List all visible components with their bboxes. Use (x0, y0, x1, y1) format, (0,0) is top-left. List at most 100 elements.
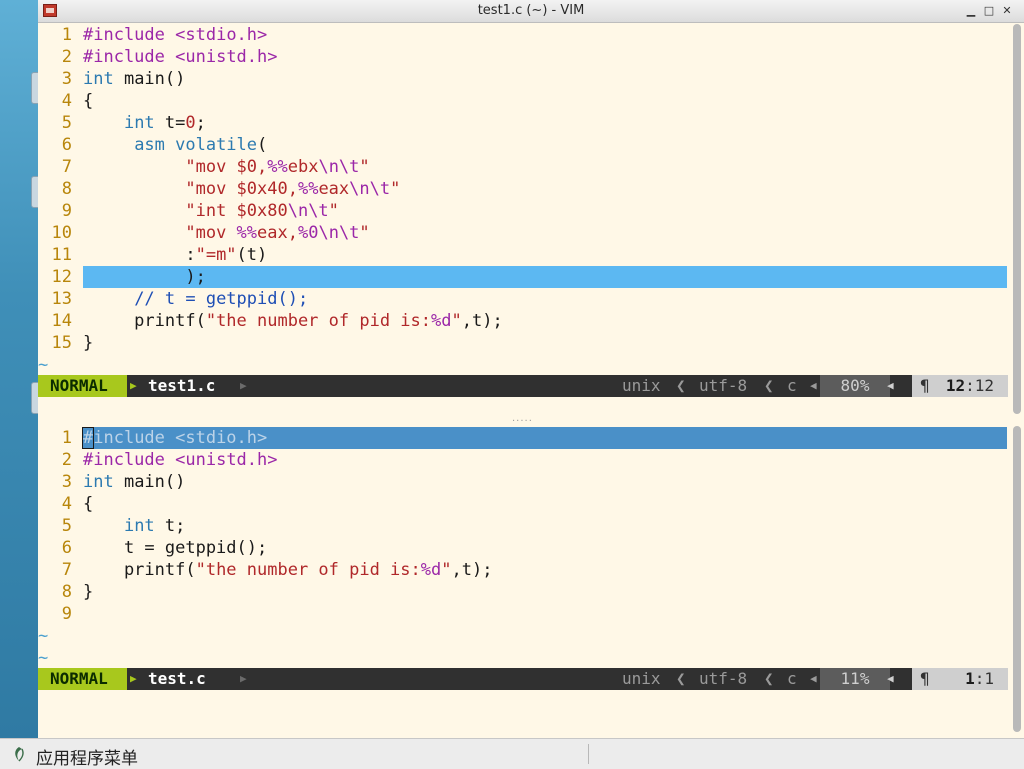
code-line[interactable]: 5 int t; (38, 515, 1008, 537)
title-bar[interactable]: test1.c (~) - VIM ▁ □ ✕ (38, 0, 1024, 23)
separator-arrow: ▶ (130, 379, 137, 392)
code-token: #include (83, 47, 165, 67)
code-token: ,t); (461, 311, 503, 331)
code-token: 0 (185, 113, 196, 133)
file-encoding: utf-8 (699, 376, 748, 395)
window-title: test1.c (~) - VIM (477, 3, 585, 18)
code-token: (t) (236, 245, 268, 265)
code-line[interactable]: 6 asm volatile( (38, 134, 1008, 156)
line-number: 2 (61, 450, 72, 470)
code-line[interactable]: 6 t = getppid(); (38, 537, 1008, 559)
code-line[interactable]: 5 int t=0; (38, 112, 1008, 134)
code-token: " (328, 201, 339, 221)
scrollbar[interactable] (1013, 24, 1021, 732)
code-line[interactable]: 9 "int $0x80\n\t" (38, 200, 1008, 222)
code-line[interactable]: 10 "mov %%eax,%0\n\t" (38, 222, 1008, 244)
cursor-column: 1 (984, 669, 994, 688)
code-token: %d (431, 311, 452, 331)
separator-arrow: ◀ (810, 379, 817, 392)
code-line[interactable]: 4{ (38, 90, 1008, 112)
line-code: #include <stdio.h> (83, 24, 267, 46)
code-token: " (441, 560, 452, 580)
code-token: " (359, 223, 370, 243)
separator-arrow: ▶ (240, 672, 247, 685)
line-number: 2 (61, 47, 72, 67)
code-token: " (451, 311, 462, 331)
code-token: #include (83, 450, 165, 470)
line-code: int t; (83, 515, 185, 537)
line-code: ); (83, 266, 206, 288)
status-line-bottom: NORMAL ▶ test.c ▶ unix ❮ utf-8 ❮ c ◀ 11% ◀ ¶ 1:1 (38, 668, 1008, 690)
code-line[interactable]: 1 #include <stdio.h> (38, 427, 1008, 449)
text-cursor: # (81, 427, 95, 449)
code-token: ); (83, 267, 206, 287)
code-token: int (123, 113, 155, 133)
code-token: %0 (297, 223, 319, 243)
line-number: 3 (61, 69, 72, 89)
maximize-icon[interactable]: □ (982, 4, 996, 18)
code-token: <stdio.h> (175, 25, 268, 45)
code-line[interactable]: 9 (38, 603, 1008, 625)
code-token: t; (154, 516, 186, 536)
line-number: 5 (61, 516, 72, 536)
code-line[interactable]: 4{ (38, 493, 1008, 515)
code-token: \n\t (349, 179, 391, 199)
line-number: 5 (61, 113, 72, 133)
scroll-thumb-bottom[interactable] (1013, 426, 1021, 732)
editor-pane-bottom[interactable]: 1 #include <stdio.h> 2 #include <unistd.h> 3… (38, 427, 1008, 668)
code-line[interactable]: 7 printf("the number of pid is:%d",t); (38, 559, 1008, 581)
code-token: "mov $0x40, (185, 179, 298, 199)
code-line[interactable]: 3 int main() (38, 471, 1008, 493)
code-token: "the number of pid is: (205, 311, 431, 331)
code-line[interactable]: 2 #include <unistd.h> (38, 46, 1008, 68)
code-line[interactable]: 7 "mov $0,%%ebx\n\t" (38, 156, 1008, 178)
app-menu-label[interactable]: 应用程序菜单 (36, 744, 138, 769)
line-code: { (83, 493, 93, 515)
code-line[interactable]: 8 "mov $0x40,%%eax\n\t" (38, 178, 1008, 200)
code-token: ebx (287, 157, 319, 177)
line-code: printf("the number of pid is:%d",t); (83, 310, 503, 332)
separator-arrow: ▶ (240, 379, 247, 392)
code-line[interactable]: 2 #include <unistd.h> (38, 449, 1008, 471)
scroll-percent: 11% (820, 668, 890, 690)
code-line[interactable]: 12 ); (38, 266, 1008, 288)
code-line[interactable]: 14 printf("the number of pid is:%d",t); (38, 310, 1008, 332)
line-number: 8 (61, 582, 72, 602)
file-format: unix (622, 669, 661, 688)
editor-pane-top[interactable]: 1 #include <stdio.h> 2 #include <unistd.h> 3… (38, 24, 1008, 375)
line-number: 7 (61, 157, 72, 177)
line-code: :"=m"(t) (83, 244, 267, 266)
code-line[interactable]: 15} (38, 332, 1008, 354)
code-token: \n\t (287, 201, 329, 221)
line-number: 3 (61, 472, 72, 492)
close-icon[interactable]: ✕ (1000, 4, 1014, 18)
minimize-icon[interactable]: ▁ (964, 4, 978, 18)
app-menu-icon[interactable] (10, 745, 28, 763)
code-line[interactable]: 3 int main() (38, 68, 1008, 90)
empty-line-tilde: ~ (38, 648, 49, 668)
scroll-thumb-top[interactable] (1013, 24, 1021, 414)
split-resize-handle[interactable]: ····· (512, 416, 533, 427)
code-token: #include (83, 25, 165, 45)
line-code: "mov $0,%%ebx\n\t" (83, 156, 369, 178)
code-line[interactable]: 8} (38, 581, 1008, 603)
code-token: <unistd.h> (175, 450, 278, 470)
code-line[interactable]: 13 // t = getppid(); (38, 288, 1008, 310)
code-token: t = getppid(); (83, 538, 268, 558)
line-indicator-icon: ¶ (920, 669, 930, 688)
code-line[interactable]: 11 :"=m"(t) (38, 244, 1008, 266)
line-number: 11 (51, 245, 72, 265)
code-token: // t = getppid(); (134, 289, 309, 309)
code-line[interactable]: 1 #include <stdio.h> (38, 24, 1008, 46)
line-number: 13 (51, 289, 72, 309)
code-token: " (390, 179, 401, 199)
code-token: { (83, 494, 94, 514)
